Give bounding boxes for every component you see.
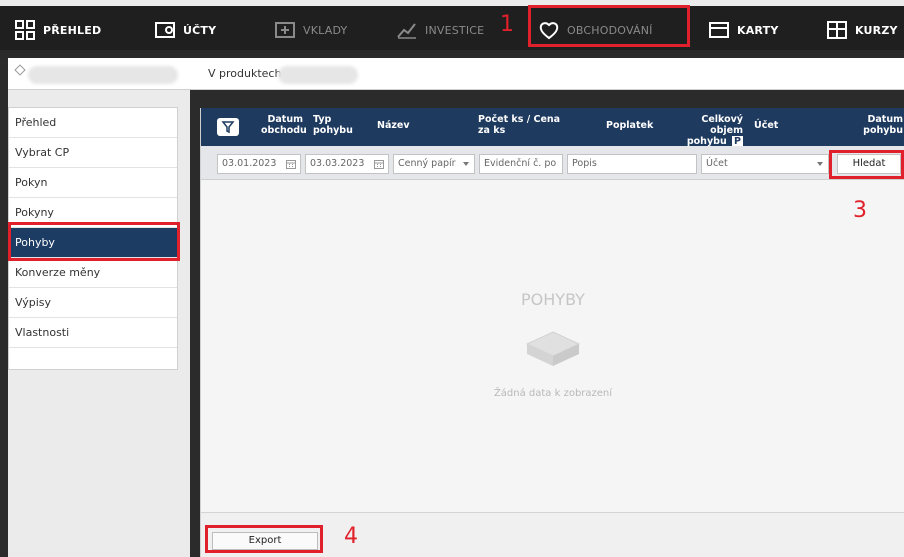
description-input[interactable]: Popis — [567, 154, 697, 174]
products-label: V produktech — [208, 67, 282, 80]
empty-box-icon — [525, 331, 581, 366]
sidebar-item-vybrat-cp[interactable]: Vybrat CP — [9, 138, 177, 168]
col-date-move[interactable]: Datum pohybu — [859, 114, 903, 136]
nav-label: KARTY — [737, 23, 779, 37]
account-value: Účet — [706, 158, 728, 169]
table-header: Datum obchodu Typ pohybu Název Počet ks … — [201, 108, 904, 147]
wallet-icon — [155, 22, 175, 38]
product-bar: V produktech — [8, 58, 904, 90]
highlight-pohyby — [8, 222, 180, 261]
calendar-icon[interactable] — [374, 159, 384, 169]
nav-label: VKLADY — [303, 23, 348, 37]
diamond-icon — [14, 64, 26, 76]
col-name[interactable]: Název — [377, 120, 410, 131]
col-date-trade[interactable]: Datum obchodu — [261, 114, 307, 136]
col-fee[interactable]: Poplatek — [606, 120, 653, 131]
rates-icon — [827, 21, 847, 39]
sidebar-item-konverze-meny[interactable]: Konverze měny — [9, 258, 177, 288]
evid-number-input[interactable]: Evidenční č. po — [479, 154, 563, 174]
annotation-4: 4 — [344, 524, 358, 549]
chevron-down-icon — [817, 162, 823, 166]
filter-icon — [221, 121, 235, 134]
nav-investice[interactable]: INVESTICE — [396, 13, 484, 47]
annotation-1: 1 — [500, 12, 514, 37]
nav-karty[interactable]: KARTY — [708, 13, 778, 47]
top-navigation: PŘEHLED ÚČTY VKLADY INVESTICE OBCHODOVÁN… — [0, 0, 904, 58]
date-from-input[interactable]: 03.01.2023 — [217, 154, 301, 174]
col-move-type[interactable]: Typ pohybu — [313, 114, 353, 136]
col-count-price[interactable]: Počet ks / Cena za ks — [478, 114, 573, 136]
security-select[interactable]: Cenný papír — [393, 154, 475, 174]
evid-placeholder: Evidenční č. po — [484, 158, 557, 169]
date-to-input[interactable]: 03.03.2023 — [305, 154, 389, 174]
empty-state-title: POHYBY — [521, 290, 585, 309]
date-from-value: 03.01.2023 — [222, 158, 277, 169]
movements-panel: Datum obchodu Typ pohybu Název Počet ks … — [200, 108, 904, 557]
blurred-account — [28, 66, 178, 84]
card-icon — [709, 22, 729, 38]
empty-state-text: Žádná data k zobrazení — [493, 388, 613, 399]
chevron-down-icon — [463, 162, 469, 166]
nav-label: ÚČTY — [183, 23, 217, 37]
nav-ucty[interactable]: ÚČTY — [154, 13, 216, 47]
chart-icon — [397, 23, 416, 39]
calendar-icon[interactable] — [286, 159, 296, 169]
annotation-3: 3 — [853, 198, 867, 223]
sidebar-item-vlastnosti[interactable]: Vlastnosti — [9, 318, 177, 348]
sidebar-item-vypisy[interactable]: Výpisy — [9, 288, 177, 318]
col-total[interactable]: Celkový objem pohybu P — [667, 114, 743, 147]
col-account[interactable]: Účet — [754, 120, 778, 131]
nav-vklady[interactable]: VKLADY — [274, 13, 347, 47]
account-select[interactable]: Účet — [701, 154, 829, 174]
highlight-obchodovani — [528, 5, 690, 47]
highlight-export — [205, 525, 323, 553]
nav-label: INVESTICE — [425, 23, 485, 37]
sidebar-item-prehled[interactable]: Přehled — [9, 108, 177, 138]
deposit-icon — [275, 22, 295, 38]
nav-kurzy[interactable]: KURZY — [826, 13, 898, 47]
filter-toggle-button[interactable] — [217, 118, 239, 136]
nav-label: KURZY — [855, 23, 898, 37]
grid-icon — [15, 20, 35, 40]
filter-row: 03.01.2023 03.03.2023 Cenný papír Eviden… — [201, 146, 904, 180]
blurred-product — [278, 66, 358, 84]
desc-placeholder: Popis — [572, 158, 597, 169]
security-value: Cenný papír — [398, 158, 456, 169]
date-to-value: 03.03.2023 — [310, 158, 365, 169]
highlight-search — [829, 150, 904, 179]
nav-label: PŘEHLED — [43, 23, 102, 37]
sidebar-item-pokyn[interactable]: Pokyn — [9, 168, 177, 198]
nav-prehled[interactable]: PŘEHLED — [14, 13, 101, 47]
